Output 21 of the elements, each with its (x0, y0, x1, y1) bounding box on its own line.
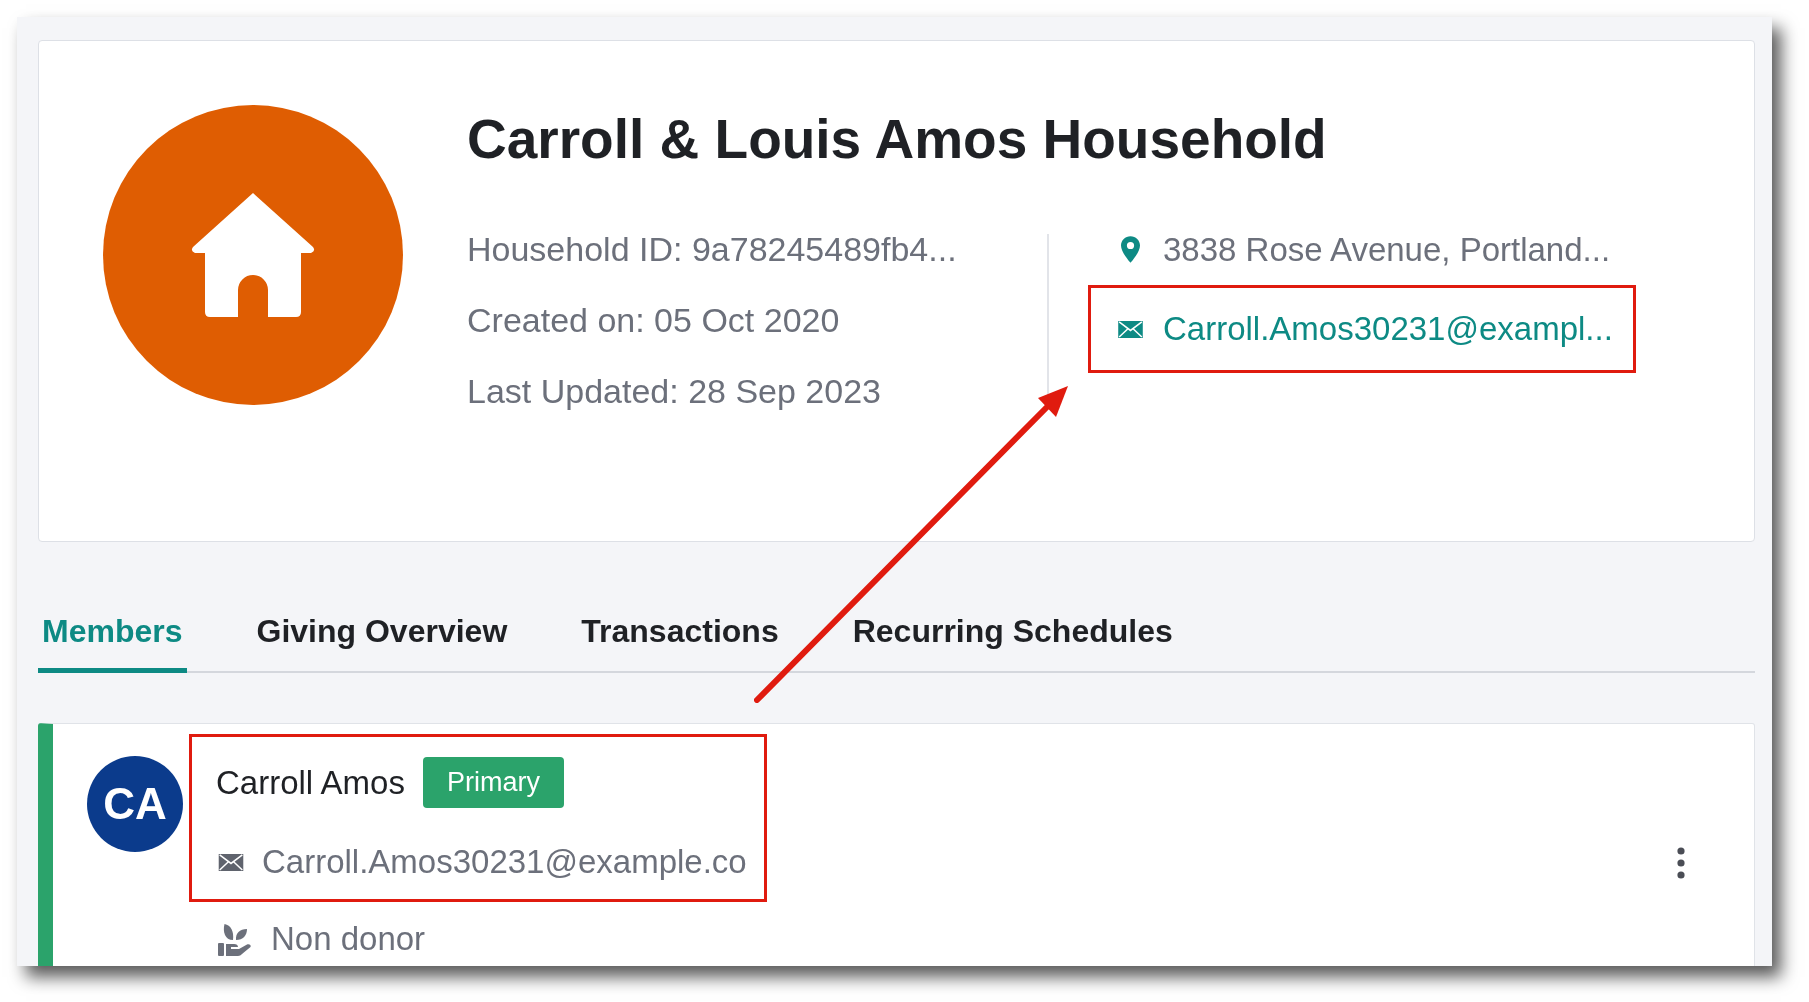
hand-plant-icon (218, 921, 252, 957)
donor-status: Non donor (271, 919, 426, 959)
household-detail: Household ID: 9a78245489fb4... (467, 229, 958, 270)
household-title: Carroll & Louis Amos Household (467, 107, 1328, 172)
member-avatar: CA (87, 756, 183, 852)
email-link[interactable]: Carroll.Amos30231@exampl... (1163, 310, 1613, 348)
kebab-icon (1677, 847, 1685, 879)
tab[interactable]: Giving Overview (252, 611, 512, 673)
envelope-icon (1118, 320, 1143, 338)
tab[interactable]: Recurring Schedules (848, 611, 1177, 673)
primary-badge: Primary (422, 757, 564, 808)
address-text: 3838 Rose Avenue, Portland... (1163, 230, 1611, 269)
household-detail: Created on: 05 Oct 2020 (467, 300, 841, 341)
member-name: Carroll Amos (216, 762, 405, 803)
house-icon (190, 193, 316, 317)
map-pin-icon (1121, 236, 1140, 263)
member-email: Carroll.Amos30231@example.co (262, 842, 747, 882)
tab[interactable]: Members (38, 611, 187, 673)
household-detail: Last Updated: 28 Sep 2023 (467, 371, 882, 412)
tab[interactable]: Transactions (577, 611, 783, 673)
envelope-icon (218, 853, 244, 871)
